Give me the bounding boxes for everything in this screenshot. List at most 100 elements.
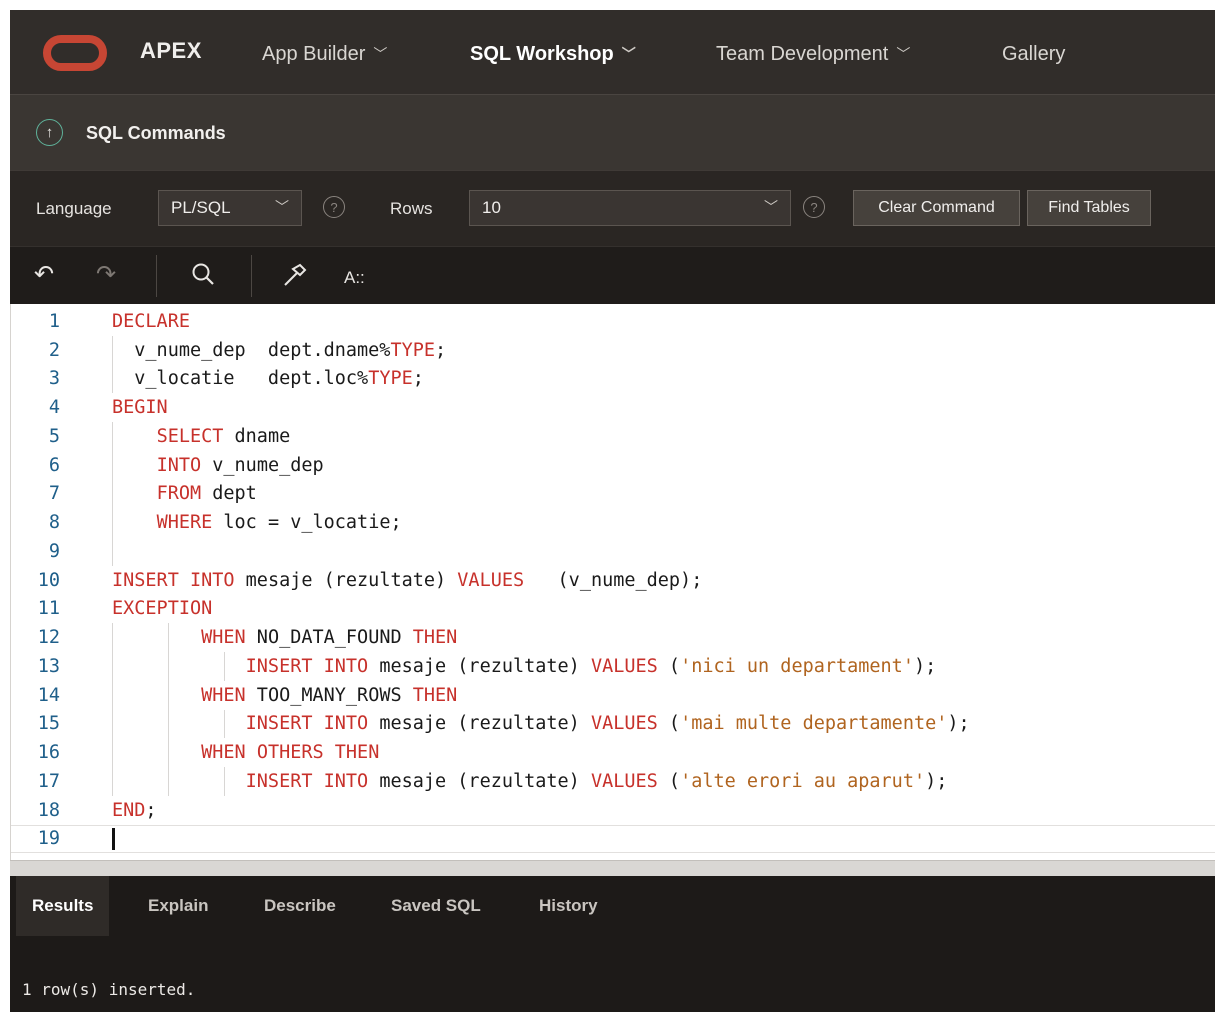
code-line[interactable]: 6 INTO v_nume_dep: [11, 450, 1215, 480]
code-editor[interactable]: 1 DECLARE 2 v_nume_dep dept.dname%TYPE; 3 v…: [10, 304, 1215, 860]
line-number: 14: [37, 684, 60, 706]
magnifier-glyph: [192, 263, 214, 285]
line-number: 7: [48, 483, 60, 505]
chevron-down-icon: ﹀: [275, 199, 289, 215]
code-lines: 1 DECLARE 2 v_nume_dep dept.dname%TYPE; 3 v…: [11, 307, 1215, 854]
tab-results[interactable]: Results: [16, 876, 110, 936]
line-number: 9: [48, 540, 60, 562]
sql-options-bar: Language PL/SQL ﹀ ? Rows 10 ﹀ ? Clear Co…: [10, 170, 1215, 246]
chevron-down-icon: ﹀: [764, 199, 778, 215]
code-text: v_nume_dep dept.dname%TYPE;: [112, 339, 447, 361]
undo-icon[interactable]: ↶: [34, 261, 54, 289]
pane-splitter[interactable]: [10, 860, 1215, 876]
code-line[interactable]: 15 INSERT INTO mesaje (rezultate) VALUES…: [11, 709, 1215, 739]
code-text: END;: [112, 799, 157, 821]
code-line[interactable]: 5 SELECT dname: [11, 422, 1215, 451]
line-number: 1: [48, 310, 60, 332]
code-line[interactable]: 4 BEGIN: [11, 393, 1215, 422]
code-text: EXCEPTION: [112, 598, 213, 620]
line-number: 11: [37, 598, 60, 620]
nav-team-development[interactable]: Team Development ﹀: [716, 43, 910, 66]
nav-sql-workshop[interactable]: SQL Workshop ﹀: [470, 43, 636, 66]
page-title-bar: ↑ SQL Commands: [10, 94, 1215, 170]
line-number: 10: [37, 569, 60, 591]
rows-label: Rows: [390, 199, 433, 218]
hammer-glyph: [284, 263, 307, 286]
chevron-down-icon: ﹀: [896, 45, 911, 62]
tab-saved-sql[interactable]: Saved SQL: [375, 876, 497, 936]
line-number: 2: [48, 339, 60, 361]
line-number: 3: [48, 368, 60, 390]
line-number: 18: [37, 799, 60, 821]
code-text: BEGIN: [112, 397, 168, 419]
line-number: 8: [48, 512, 60, 534]
line-number: 19: [37, 828, 60, 850]
chevron-down-icon: ﹀: [373, 45, 388, 62]
code-text: v_locatie dept.loc%TYPE;: [112, 368, 424, 390]
tab-describe[interactable]: Describe: [248, 876, 352, 936]
code-text: WHEN NO_DATA_FOUND THEN: [201, 627, 458, 649]
language-select[interactable]: PL/SQL ﹀: [158, 190, 302, 226]
line-number: 5: [48, 425, 60, 447]
rows-select[interactable]: 10 ﹀: [469, 190, 791, 226]
toolbar-divider: [156, 255, 157, 297]
line-number: 4: [48, 397, 60, 419]
code-line[interactable]: 7 FROM dept: [11, 479, 1215, 509]
code-line[interactable]: 18 END;: [11, 796, 1215, 825]
code-text: WHERE loc = v_locatie;: [156, 512, 402, 534]
code-text: INSERT INTO mesaje (rezultate) VALUES ('…: [245, 770, 948, 792]
search-icon[interactable]: [190, 261, 216, 294]
hammer-format-icon[interactable]: [280, 261, 308, 296]
code-text: FROM dept: [156, 483, 257, 505]
indent-guide: [112, 537, 113, 566]
line-number: 15: [37, 713, 60, 735]
code-line[interactable]: 16 WHEN OTHERS THEN: [11, 738, 1215, 767]
tab-explain[interactable]: Explain: [132, 876, 224, 936]
code-text: SELECT dname: [156, 425, 291, 447]
language-label: Language: [36, 199, 112, 218]
code-text: INSERT INTO mesaje (rezultate) VALUES ('…: [245, 713, 970, 735]
code-line[interactable]: 19: [11, 824, 1215, 854]
code-line[interactable]: 9: [11, 537, 1215, 566]
code-line[interactable]: 11 EXCEPTION: [11, 595, 1215, 624]
line-number: 12: [37, 627, 60, 649]
code-line[interactable]: 10 INSERT INTO mesaje (rezultate) VALUES …: [11, 566, 1215, 595]
nav-gallery[interactable]: Gallery: [1002, 43, 1065, 66]
line-number: 6: [48, 454, 60, 476]
code-line[interactable]: 3 v_locatie dept.loc%TYPE;: [11, 364, 1215, 394]
apex-brand[interactable]: APEX: [140, 38, 202, 64]
code-text: WHEN OTHERS THEN: [201, 742, 380, 764]
code-line[interactable]: 8 WHERE loc = v_locatie;: [11, 508, 1215, 537]
result-message: 1 row(s) inserted.: [22, 980, 196, 999]
editor-toolbar: ↶ ↷ A::: [10, 246, 1215, 304]
redo-icon[interactable]: ↷: [96, 261, 116, 289]
clear-command-button[interactable]: Clear Command: [853, 190, 1020, 226]
code-line[interactable]: 13 INSERT INTO mesaje (rezultate) VALUES…: [11, 652, 1215, 681]
code-line[interactable]: 17 INSERT INTO mesaje (rezultate) VALUES…: [11, 767, 1215, 796]
code-text: INSERT INTO mesaje (rezultate) VALUES (v…: [112, 569, 703, 591]
text-cursor: [112, 827, 115, 850]
tab-history[interactable]: History: [523, 876, 614, 936]
code-line[interactable]: 12 WHEN NO_DATA_FOUND THEN: [11, 623, 1215, 652]
code-text: INTO v_nume_dep: [156, 454, 324, 476]
nav-app-builder[interactable]: App Builder ﹀: [262, 43, 387, 66]
toolbar-divider: [251, 255, 252, 297]
results-tabs: Results Explain Describe Saved SQL Histo…: [10, 876, 1215, 936]
top-navigation: APEX App Builder ﹀ SQL Workshop ﹀ Team D…: [10, 10, 1215, 94]
code-line[interactable]: 1 DECLARE: [11, 307, 1215, 336]
page-title: SQL Commands: [86, 123, 226, 143]
code-text: [112, 827, 115, 850]
results-panel: 1 row(s) inserted.: [10, 936, 1215, 1012]
find-tables-button[interactable]: Find Tables: [1027, 190, 1151, 226]
rows-help-icon[interactable]: ?: [803, 196, 825, 218]
line-number: 17: [37, 770, 60, 792]
code-line[interactable]: 2 v_nume_dep dept.dname%TYPE;: [11, 335, 1215, 365]
code-line[interactable]: 14 WHEN TOO_MANY_ROWS THEN: [11, 680, 1215, 710]
arrow-up-icon[interactable]: ↑: [36, 119, 63, 146]
line-number: 16: [37, 742, 60, 764]
oracle-logo-icon[interactable]: [43, 35, 107, 71]
line-number: 13: [37, 655, 60, 677]
autocomplete-icon[interactable]: A::: [344, 264, 365, 292]
language-help-icon[interactable]: ?: [323, 196, 345, 218]
chevron-down-icon: ﹀: [621, 45, 636, 62]
